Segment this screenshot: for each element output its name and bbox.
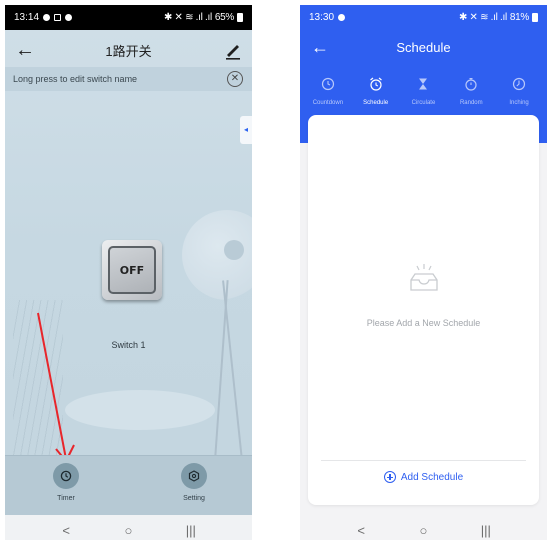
setting-label: Setting <box>183 495 205 502</box>
signal-icons: ✱ ✕ ≋ .ıl .ıl <box>163 12 212 23</box>
tab-circulate[interactable]: Circulate <box>400 76 446 110</box>
alarm-clock-icon <box>369 77 382 91</box>
system-nav-bar: < ○ ||| <box>300 515 547 540</box>
page-title: 1路开关 <box>105 44 152 59</box>
tab-inching[interactable]: Inching <box>496 76 542 110</box>
battery-percent: 81% <box>509 12 529 23</box>
header-bar: ← 1路开关 <box>5 30 252 70</box>
hourglass-icon <box>419 78 428 90</box>
bottom-toolbar: Timer Setting <box>5 455 252 515</box>
stopwatch-icon <box>465 77 477 91</box>
red-arrow-annotation <box>37 312 75 463</box>
nav-back-icon[interactable]: < <box>346 520 376 540</box>
left-phone-screenshot: 13:14 ✱ ✕ ≋ .ıl .ıl 65% ← 1路开关 Long pres… <box>5 5 252 540</box>
nav-back-icon[interactable]: < <box>51 520 81 540</box>
timer-button[interactable]: Timer <box>36 463 96 502</box>
image-icon <box>54 14 62 21</box>
tab-random[interactable]: Random <box>448 76 494 110</box>
nav-home-icon[interactable]: ○ <box>113 520 143 540</box>
status-bar: 13:14 ✱ ✕ ≋ .ıl .ıl 65% <box>5 5 252 30</box>
tab-label: Circulate <box>411 100 436 106</box>
battery-icon <box>237 13 243 22</box>
right-phone-screenshot: 13:30 ✱ ✕ ≋ .ıl .ıl 81% ← Schedule Count… <box>300 5 547 540</box>
side-drawer-handle[interactable]: ◂ <box>541 123 547 135</box>
timer-mode-tabs: Countdown Schedule Circulate Random Inch… <box>300 76 547 110</box>
nav-home-icon[interactable]: ○ <box>408 520 438 540</box>
background-decoration <box>222 280 244 470</box>
status-time: 13:30 <box>309 12 335 23</box>
timer-label: Timer <box>57 495 75 502</box>
device-screen: ← Schedule Countdown Schedule Circulate … <box>300 30 547 515</box>
tab-label: Inching <box>509 100 529 106</box>
add-schedule-label: Add Schedule <box>400 471 464 483</box>
status-bar: 13:30 ✱ ✕ ≋ .ıl .ıl 81% <box>300 5 547 30</box>
location-icon <box>43 14 51 21</box>
battery-percent: 65% <box>214 12 234 23</box>
timer-icon <box>512 77 526 91</box>
add-schedule-button[interactable]: Add Schedule <box>308 471 539 483</box>
nav-recents-icon[interactable]: ||| <box>176 520 206 540</box>
tab-label: Countdown <box>312 100 344 106</box>
device-screen: ← 1路开关 Long press to edit switch name ✕ … <box>5 30 252 515</box>
shield-icon <box>65 14 73 21</box>
schedule-list-card: Please Add a New Schedule Add Schedule <box>308 115 539 505</box>
tab-label: Random <box>459 100 483 106</box>
battery-icon <box>532 13 538 22</box>
settings-cube-icon <box>181 463 207 489</box>
clock-icon <box>321 77 334 91</box>
status-time: 13:14 <box>14 12 40 23</box>
divider <box>321 460 526 461</box>
tab-schedule[interactable]: Schedule <box>353 76 399 110</box>
notice-banner: Long press to edit switch name ✕ <box>5 67 252 91</box>
tab-label: Schedule <box>363 100 389 106</box>
empty-inbox-icon <box>410 264 438 291</box>
system-nav-bar: < ○ ||| <box>5 515 252 540</box>
empty-state-text: Please Add a New Schedule <box>366 318 481 328</box>
clock-icon <box>53 463 79 489</box>
notice-text: Long press to edit switch name <box>13 74 138 84</box>
side-drawer-handle[interactable]: ◂ <box>240 116 252 144</box>
close-circle-icon[interactable]: ✕ <box>227 71 243 87</box>
shield-icon <box>338 14 346 21</box>
switch-toggle-button[interactable]: OFF <box>102 240 162 300</box>
tab-countdown[interactable]: Countdown <box>305 76 351 110</box>
background-decoration <box>65 390 215 430</box>
page-title: Schedule <box>396 40 451 55</box>
plus-circle-icon <box>383 471 396 483</box>
background-decoration <box>224 240 244 260</box>
setting-button[interactable]: Setting <box>164 463 224 502</box>
switch-state-label: OFF <box>108 246 156 294</box>
signal-icons: ✱ ✕ ≋ .ıl .ıl <box>458 12 507 23</box>
nav-recents-icon[interactable]: ||| <box>471 520 501 540</box>
pencil-icon[interactable] <box>222 39 244 61</box>
